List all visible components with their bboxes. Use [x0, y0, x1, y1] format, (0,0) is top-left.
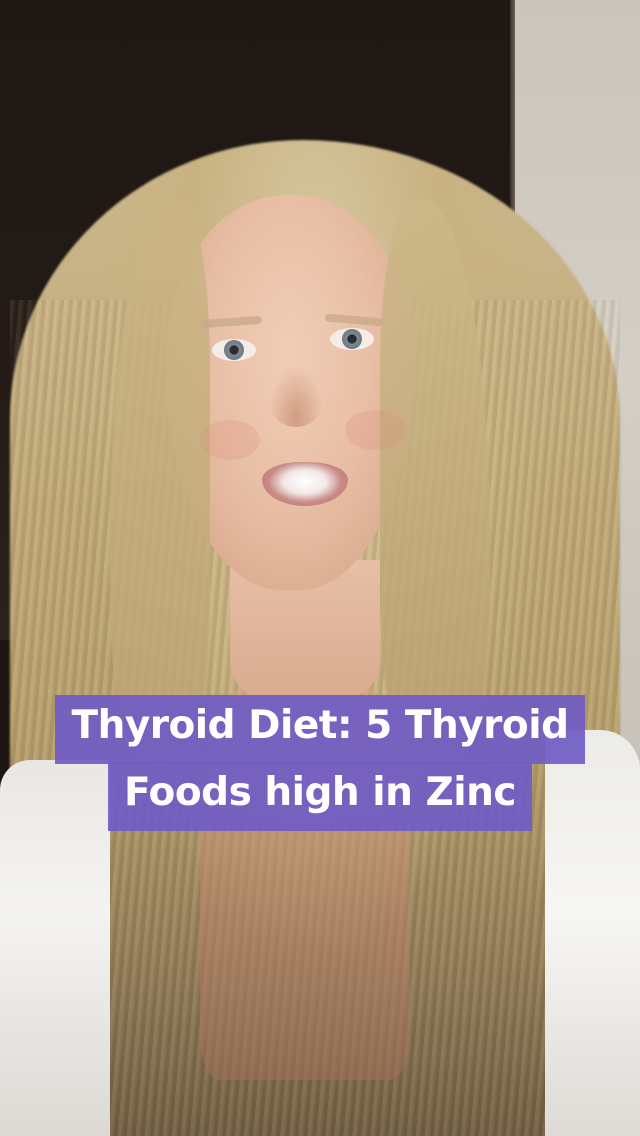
eye-left	[212, 339, 256, 361]
caption-line-1: Thyroid Diet: 5 Thyroid	[55, 695, 585, 764]
video-frame: Thyroid Diet: 5 Thyroid Foods high in Zi…	[0, 0, 640, 1136]
cheek-right	[345, 410, 405, 450]
cheek-left	[200, 420, 260, 460]
caption-line-2: Foods high in Zinc	[108, 762, 532, 831]
iris-right	[342, 329, 362, 349]
nose	[268, 365, 324, 427]
caption-overlay: Thyroid Diet: 5 Thyroid Foods high in Zi…	[0, 695, 640, 831]
eye-right	[330, 328, 374, 350]
iris-left	[224, 340, 244, 360]
